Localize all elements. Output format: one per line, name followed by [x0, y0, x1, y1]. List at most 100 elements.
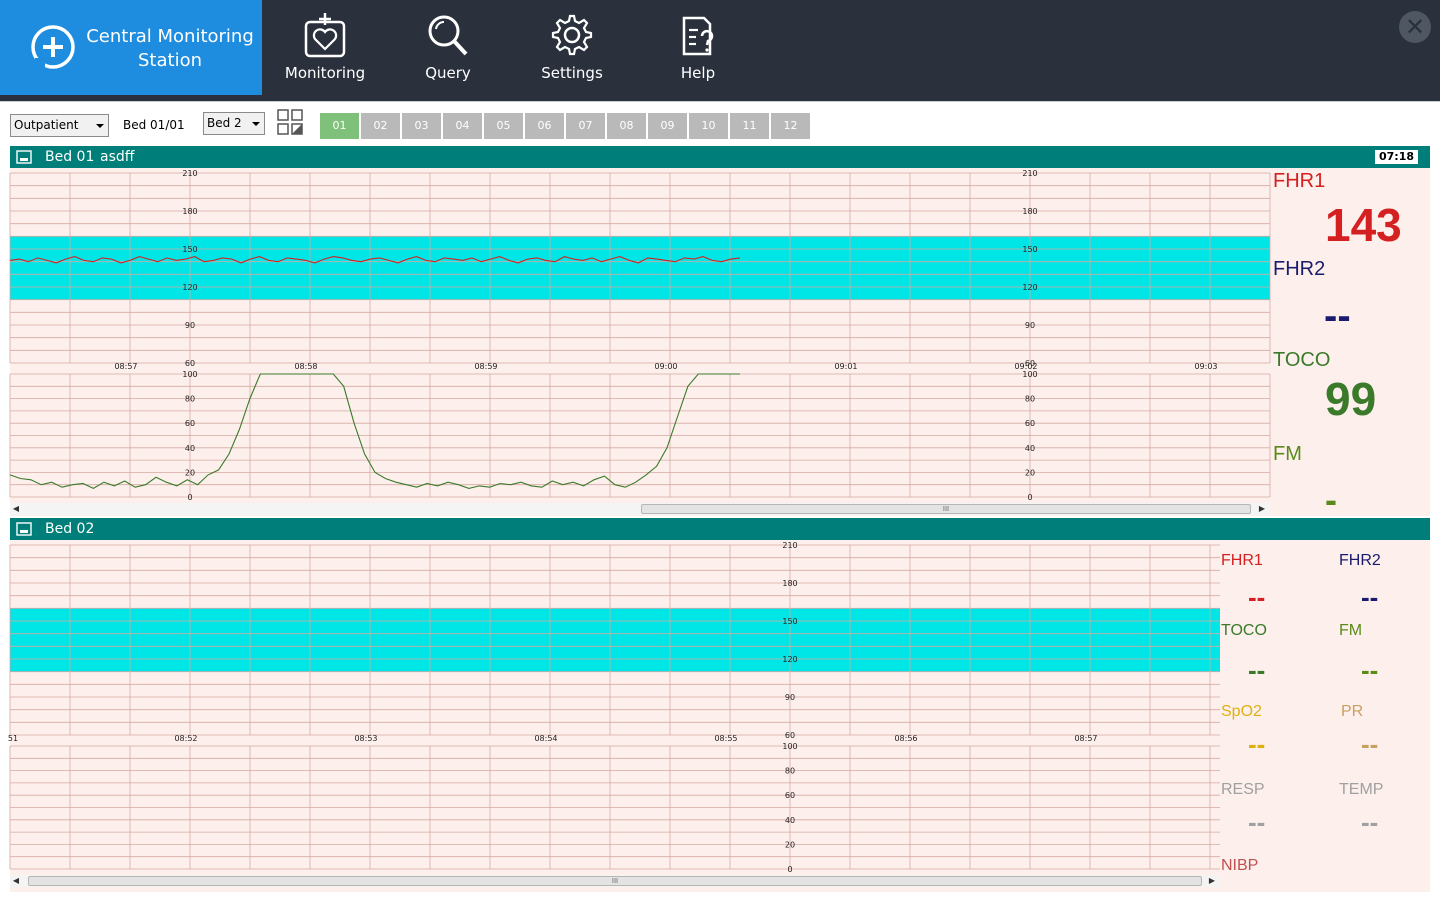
scroll-left-icon[interactable]: ◀ [10, 503, 22, 515]
bed-02-fhr1-value: -- [1248, 582, 1266, 612]
scroll-thumb[interactable]: III [641, 504, 1251, 514]
bed-02-resp-value: -- [1248, 807, 1266, 837]
top-navigation-bar: Central Monitoring Station Monitoring Qu… [0, 0, 1440, 101]
fhr-axis-label: 180 [1022, 207, 1037, 216]
time-label: 09:00 [654, 362, 677, 371]
fhr-axis-label: 120 [182, 283, 197, 292]
bed-02-fhr-chart: 210 180 150 120 90 60 51 08:52 08:53 08:54 08:55 08… [8, 541, 1220, 743]
bed-tab-06[interactable]: 06 [525, 113, 564, 139]
time-label: 08:55 [714, 734, 737, 743]
scroll-right-icon[interactable]: ▶ [1206, 875, 1218, 887]
fhr-axis-label: 120 [1022, 283, 1037, 292]
toco-axis-label: 20 [1025, 468, 1035, 477]
fhr-axis-label: 180 [182, 207, 197, 216]
fhr-axis-label: 180 [782, 579, 797, 588]
bed-02-toco-label: TOCO [1221, 622, 1267, 639]
bed-02-fm-label: FM [1339, 622, 1363, 639]
bed-select[interactable]: Bed 2 [203, 112, 265, 135]
bed-01-fhr-chart: 210 210180 180150 150120 12090 9060 6008:57 08:… [9, 169, 1271, 371]
toco-axis-label: 60 [785, 791, 795, 800]
time-label: 08:53 [354, 734, 377, 743]
bed-tab-12[interactable]: 12 [771, 113, 810, 139]
scroll-right-icon[interactable]: ▶ [1256, 503, 1268, 515]
time-label: 09:03 [1194, 362, 1217, 371]
bed-02-temp-value: -- [1361, 807, 1379, 837]
bed-tab-07[interactable]: 07 [566, 113, 605, 139]
bed-02-fhr1-label: FHR1 [1221, 552, 1263, 569]
toco-axis-label: 40 [785, 816, 795, 825]
grid-layout-icon[interactable] [277, 109, 304, 136]
nav-monitoring[interactable]: Monitoring [275, 0, 375, 95]
fhr-normal-band [10, 608, 1220, 672]
nav-help[interactable]: Help [648, 0, 748, 95]
toco-axis-label: 100 [782, 742, 797, 751]
toolbar: Outpatient Bed 01/01 Bed 2 01 02 03 04 05 06 0… [0, 101, 1440, 145]
bed-01-fm-label: FM [1273, 443, 1302, 465]
fhr-axis-label: 60 [785, 731, 795, 740]
bed-select-value: Bed 2 [207, 116, 242, 130]
toco-axis-label: 40 [185, 444, 195, 453]
bed-01-header[interactable]: Bed 01 asdff 07:18 [10, 146, 1430, 168]
bed-01-scrollbar[interactable]: ◀ III ▶ [10, 503, 1270, 515]
bed-tab-02[interactable]: 02 [361, 113, 400, 139]
bed-count-label: Bed 01/01 [123, 118, 185, 132]
bed-tab-04[interactable]: 04 [443, 113, 482, 139]
bed-02-header[interactable]: Bed 02 [10, 518, 1430, 540]
bed-tab-08[interactable]: 08 [607, 113, 646, 139]
brand-title: Central Monitoring Station [86, 26, 254, 71]
toco-axis-label: 0 [1027, 493, 1032, 502]
nav-query[interactable]: Query [398, 0, 498, 95]
bed-02-toco-chart: 100 80 60 40 20 0 [9, 742, 1220, 874]
toco-axis-label: 100 [1022, 370, 1037, 379]
bed-tab-01[interactable]: 01 [320, 113, 359, 139]
scroll-left-icon[interactable]: ◀ [10, 875, 22, 887]
bed-02-fhr2-value: -- [1361, 582, 1379, 612]
fhr-axis-label: 60 [185, 359, 195, 368]
fhr-axis-label: 210 [782, 541, 797, 550]
nav-settings-label: Settings [541, 64, 603, 82]
bed-01-fhr2-label: FHR2 [1273, 258, 1326, 280]
fhr-axis-label: 120 [782, 655, 797, 664]
bed-tab-05[interactable]: 05 [484, 113, 523, 139]
toco-axis-label: 60 [1025, 419, 1035, 428]
bed-02-fm-value: -- [1361, 655, 1379, 685]
chevron-down-icon [96, 124, 104, 128]
fhr-axis-label: 150 [182, 245, 197, 254]
close-button[interactable]: ✕ [1399, 11, 1431, 43]
scroll-thumb[interactable]: III [28, 876, 1202, 886]
patient-type-value: Outpatient [14, 118, 79, 132]
bed-01-fhr2-value: -- [1324, 294, 1351, 338]
bed-02-spo2-label: SpO2 [1221, 703, 1262, 720]
nav-monitoring-label: Monitoring [284, 64, 366, 82]
toco-trace [9, 373, 740, 490]
nav-query-label: Query [425, 64, 471, 82]
bed-01-toco-label: TOCO [1273, 349, 1331, 371]
add-circle-icon [31, 25, 75, 69]
bed-02-fhr2-label: FHR2 [1339, 552, 1381, 569]
bed-02-nibp-label: NIBP [1221, 857, 1259, 874]
nav-settings[interactable]: Settings [522, 0, 622, 95]
toco-axis-label: 100 [182, 370, 197, 379]
time-label: 08:57 [114, 362, 137, 371]
toco-axis-label: 20 [785, 840, 795, 849]
fhr-axis-label: 210 [1022, 169, 1037, 178]
bed-icon [16, 150, 32, 164]
time-label: 08:54 [534, 734, 557, 743]
toco-axis-label: 80 [185, 395, 195, 404]
fhr-axis-label: 150 [1022, 245, 1037, 254]
patient-type-select[interactable]: Outpatient [10, 114, 109, 137]
bed-tab-10[interactable]: 10 [689, 113, 728, 139]
bed-tab-11[interactable]: 11 [730, 113, 769, 139]
fhr-axis-label: 90 [185, 321, 195, 330]
toco-axis-label: 0 [187, 493, 192, 502]
bed-02-scrollbar[interactable]: ◀ III ▶ [10, 875, 1220, 887]
bed-tab-09[interactable]: 09 [648, 113, 687, 139]
fhr-axis-label: 90 [1025, 321, 1035, 330]
bed-01-fhr1-value: 143 [1325, 199, 1402, 251]
bed-01-clock: 07:18 [1374, 150, 1418, 164]
time-label: 08:59 [474, 362, 497, 371]
toco-axis-label: 80 [785, 767, 795, 776]
bed-tab-03[interactable]: 03 [402, 113, 441, 139]
bed-01-toco-chart: 100 100 80 80 60 60 40 40 20 20 0 0 [9, 370, 1271, 502]
close-icon: ✕ [1404, 13, 1426, 41]
